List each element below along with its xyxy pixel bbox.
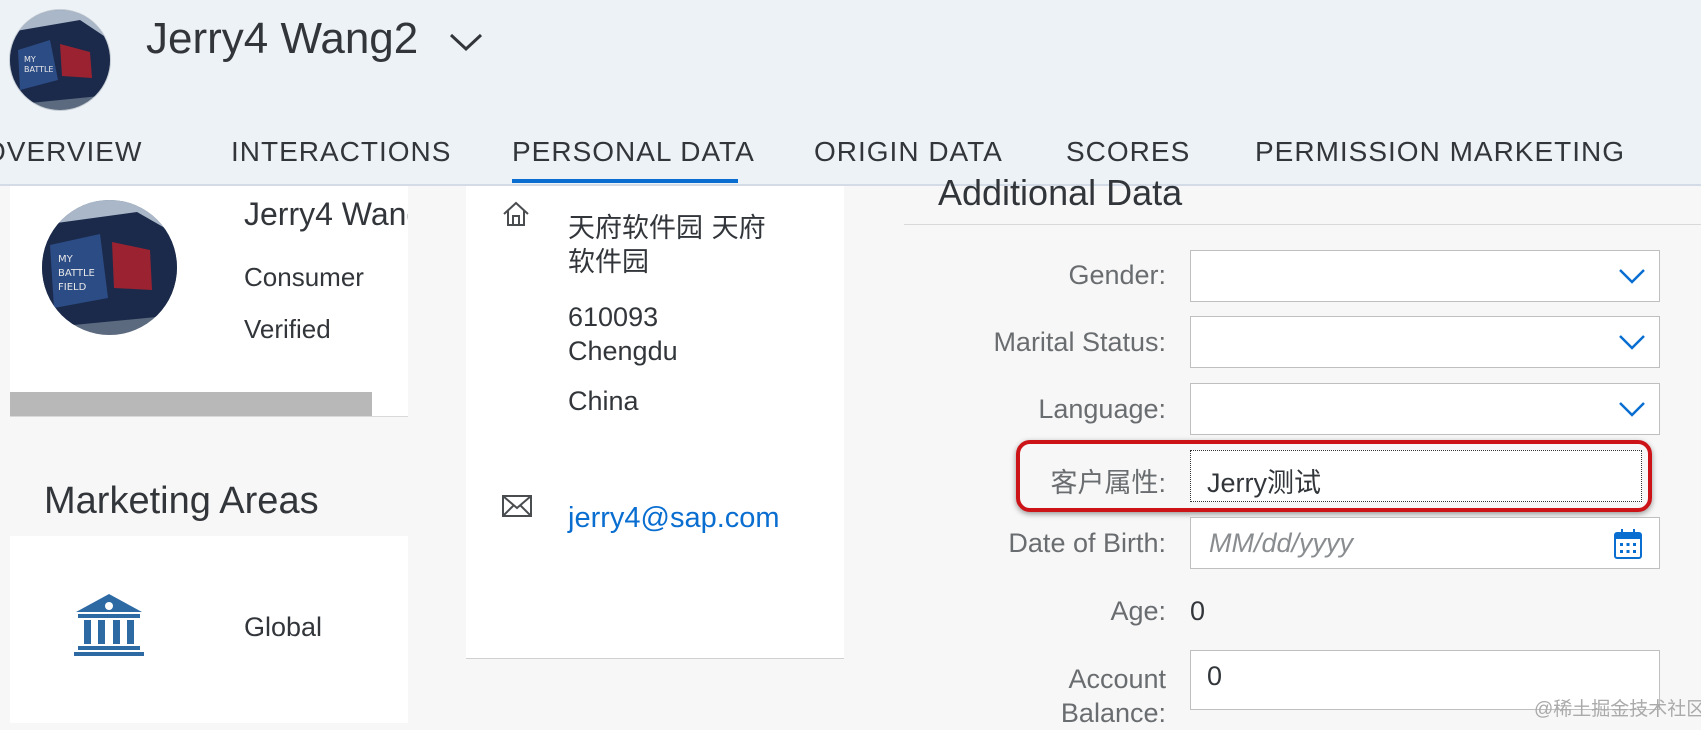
address-street: 天府软件园 天府软件园 [568, 213, 766, 278]
bank-icon [74, 594, 144, 656]
calendar-icon[interactable] [1613, 528, 1643, 560]
object-header: MY BATTLE Jerry4 Wang2 OVERVIEW INTERACT… [0, 0, 1701, 186]
tab-interactions[interactable]: INTERACTIONS [231, 136, 451, 168]
tab-overview[interactable]: OVERVIEW [0, 136, 142, 168]
tab-personal-data[interactable]: PERSONAL DATA [512, 136, 755, 168]
home-icon [503, 201, 529, 226]
age-label: Age: [1110, 596, 1166, 626]
svg-text:FIELD: FIELD [58, 282, 87, 293]
dob-input[interactable]: MM/dd/yyyy [1190, 517, 1660, 569]
gender-label: Gender: [1068, 260, 1166, 290]
avatar: MY BATTLE [10, 10, 110, 110]
svg-text:MY: MY [24, 55, 36, 64]
svg-text:BATTLE: BATTLE [24, 65, 53, 74]
profile-status: Verified [244, 314, 331, 344]
active-tab-indicator [512, 179, 738, 183]
svg-text:BATTLE: BATTLE [58, 268, 95, 279]
marketing-areas-title: Marketing Areas [44, 480, 319, 522]
marital-status-label: Marital Status: [993, 327, 1166, 357]
language-select[interactable] [1190, 383, 1660, 435]
marketing-areas-card [10, 536, 408, 723]
tab-bar: OVERVIEW INTERACTIONS PERSONAL DATA ORIG… [0, 128, 1701, 184]
watermark: @稀土掘金技术社区 [1534, 699, 1701, 720]
chevron-down-icon[interactable] [448, 30, 484, 54]
progress-bar [10, 392, 372, 416]
profile-type: Consumer [244, 262, 364, 292]
tab-origin-data[interactable]: ORIGIN DATA [814, 136, 1003, 168]
account-balance-value: 0 [1207, 661, 1223, 691]
profile-name: Jerry4 Wang2 [244, 196, 408, 232]
tab-scores[interactable]: SCORES [1066, 136, 1190, 168]
chevron-down-icon[interactable] [1617, 398, 1647, 420]
marketing-area-item: Global [244, 612, 323, 642]
divider [904, 224, 1701, 225]
page-title: Jerry4 Wang2 [146, 14, 419, 63]
tab-permission-marketing[interactable]: PERMISSION MARKETING [1255, 136, 1625, 168]
language-label: Language: [1038, 394, 1166, 424]
gender-select[interactable] [1190, 250, 1660, 302]
marital-status-select[interactable] [1190, 316, 1660, 368]
highlight-annotation [1016, 440, 1652, 512]
age-value: 0 [1190, 596, 1206, 626]
dob-placeholder: MM/dd/yyyy [1209, 528, 1354, 558]
additional-data-title: Additional Data [938, 172, 1183, 213]
address-postal-city: 610093 Chengdu [568, 302, 678, 366]
account-balance-label: Account Balance: [1060, 664, 1166, 728]
chevron-down-icon[interactable] [1617, 331, 1647, 353]
divider [10, 416, 408, 417]
mail-icon [502, 495, 532, 517]
email-link[interactable]: jerry4@sap.com [568, 502, 780, 535]
dob-label: Date of Birth: [1008, 528, 1166, 558]
chevron-down-icon[interactable] [1617, 265, 1647, 287]
address-country: China [568, 386, 639, 416]
profile-avatar: MY BATTLE FIELD [42, 200, 177, 335]
svg-text:MY: MY [58, 254, 74, 265]
